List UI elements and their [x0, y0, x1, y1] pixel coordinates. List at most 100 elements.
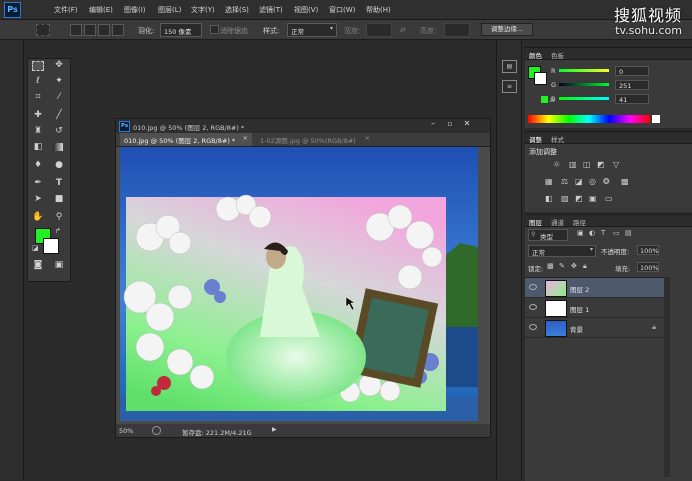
path-select-icon[interactable]: ➤: [32, 193, 44, 205]
rect-marquee-icon[interactable]: [32, 61, 44, 71]
visibility-eye-icon[interactable]: [529, 284, 537, 290]
crop-icon[interactable]: ⌗: [32, 91, 44, 103]
filter-smart-icon[interactable]: ▤: [625, 229, 632, 237]
exposure-icon[interactable]: ◩: [597, 160, 605, 169]
filter-adjustment-icon[interactable]: ◐: [589, 229, 595, 237]
magic-wand-icon[interactable]: ✦: [53, 75, 65, 87]
black-white-icon[interactable]: ◪: [575, 177, 583, 186]
new-selection-icon[interactable]: [70, 24, 82, 36]
filter-pixel-icon[interactable]: ▣: [577, 229, 584, 237]
tab-styles[interactable]: 样式: [551, 134, 564, 144]
properties-panel-icon[interactable]: ≡: [502, 80, 517, 93]
blur-icon[interactable]: ♦: [32, 159, 44, 171]
refine-edge-button[interactable]: 调整边缘...: [481, 23, 533, 36]
vibrance-icon[interactable]: ▽: [613, 160, 619, 169]
channel-r-input[interactable]: 0: [615, 66, 649, 76]
background-color-swatch[interactable]: [43, 238, 59, 254]
layer-row[interactable]: 图层 2: [525, 278, 664, 298]
add-selection-icon[interactable]: [84, 24, 96, 36]
intersect-selection-icon[interactable]: [112, 24, 124, 36]
channel-b-slider[interactable]: [559, 97, 609, 100]
tab-adjustments[interactable]: 调整: [529, 134, 542, 144]
spectrum-ramp[interactable]: [528, 115, 650, 123]
tab-swatches[interactable]: 色板: [551, 50, 564, 60]
visibility-eye-icon[interactable]: [529, 324, 537, 330]
invert-icon[interactable]: ◧: [545, 194, 553, 203]
visibility-eye-icon[interactable]: [529, 304, 537, 310]
document-canvas[interactable]: [120, 147, 478, 421]
menu-window[interactable]: 窗口(W): [329, 5, 355, 15]
layer-filter-select[interactable]: ⚲ 类型: [528, 229, 568, 241]
color-lookup-icon[interactable]: ▩: [621, 177, 629, 186]
info-icon[interactable]: [152, 426, 161, 435]
eraser-icon[interactable]: ◧: [32, 141, 44, 153]
antialias-checkbox[interactable]: [210, 25, 219, 34]
rectangle-shape-icon[interactable]: ■: [53, 193, 65, 205]
lasso-icon[interactable]: ℓ: [32, 75, 44, 87]
tab-close-icon[interactable]: ×: [243, 134, 248, 142]
gradient-map-icon[interactable]: ▭: [605, 194, 613, 203]
tab-source-document[interactable]: 1-02源图.jpg @ 50%(RGB/8#) ×: [256, 133, 372, 146]
tab-active-document[interactable]: 010.jpg @ 50% (图层 2, RGB/8#) * ×: [120, 133, 252, 146]
healing-brush-icon[interactable]: ✚: [32, 109, 44, 121]
layer-row[interactable]: 图层 1: [525, 298, 664, 318]
minimize-icon[interactable]: –: [426, 119, 440, 131]
eyedropper-icon[interactable]: ⁄: [53, 91, 65, 103]
brightness-icon[interactable]: ☼: [553, 160, 560, 169]
hand-icon[interactable]: ✋: [32, 211, 44, 223]
color-balance-icon[interactable]: ⚖: [561, 177, 568, 186]
dodge-icon[interactable]: ●: [53, 159, 65, 171]
posterize-icon[interactable]: ▨: [561, 194, 569, 203]
marquee-preset-icon[interactable]: [36, 24, 50, 36]
pen-icon[interactable]: ✒: [32, 177, 44, 189]
menu-filter[interactable]: 滤镜(T): [259, 5, 283, 15]
status-menu-icon[interactable]: ▶: [272, 426, 277, 433]
type-icon[interactable]: T: [53, 177, 65, 189]
threshold-icon[interactable]: ◩: [575, 194, 583, 203]
width-input[interactable]: [366, 23, 392, 37]
height-input[interactable]: [444, 23, 470, 37]
quick-mask-icon[interactable]: ◙: [32, 259, 44, 271]
screen-mode-icon[interactable]: ▣: [53, 259, 65, 271]
lock-all-icon[interactable]: 🔒︎: [583, 262, 587, 271]
gamut-swatch[interactable]: [541, 96, 548, 103]
gradient-icon[interactable]: [53, 143, 63, 151]
close-icon[interactable]: ✕: [460, 119, 474, 131]
curves-icon[interactable]: ◫: [583, 160, 591, 169]
clone-stamp-icon[interactable]: ♜: [32, 125, 44, 137]
style-select[interactable]: 正常 ▾: [287, 23, 337, 37]
filter-type-icon[interactable]: T: [601, 229, 605, 237]
menu-file[interactable]: 文件(F): [54, 5, 78, 15]
tab-paths[interactable]: 路径: [573, 217, 586, 227]
feather-input[interactable]: 150 像素: [160, 23, 202, 37]
filter-shape-icon[interactable]: ▭: [613, 229, 620, 237]
channel-b-input[interactable]: 41: [615, 94, 649, 104]
photo-filter-icon[interactable]: ◎: [589, 177, 596, 186]
menu-layer[interactable]: 图层(L): [158, 5, 181, 15]
zoom-level[interactable]: 50%: [119, 427, 133, 435]
lock-pixels-icon[interactable]: ✎: [559, 262, 565, 270]
spectrum-white[interactable]: [652, 115, 660, 123]
menu-help[interactable]: 帮助(H): [366, 5, 391, 15]
menu-edit[interactable]: 编辑(E): [89, 5, 113, 15]
brush-icon[interactable]: ╱: [53, 109, 65, 121]
tab-close-icon[interactable]: ×: [365, 134, 370, 142]
channel-r-slider[interactable]: [559, 69, 609, 72]
blend-mode-select[interactable]: 正常 ▾: [528, 245, 596, 257]
layer-row[interactable]: 背景 🔒︎: [525, 318, 664, 338]
channel-g-slider[interactable]: [559, 83, 609, 86]
menu-type[interactable]: 文字(Y): [191, 5, 215, 15]
levels-icon[interactable]: ▥: [569, 160, 577, 169]
color-background-swatch[interactable]: [534, 72, 547, 85]
menu-image[interactable]: 图像(I): [124, 5, 146, 15]
move-icon[interactable]: ✥: [53, 59, 65, 71]
opacity-input[interactable]: 100%: [637, 245, 659, 255]
selective-color-icon[interactable]: ▣: [589, 194, 597, 203]
document-titlebar[interactable]: Ps 010.jpg @ 50% (图层 2, RGB/8#) * – ▫ ✕: [116, 119, 490, 133]
fill-input[interactable]: 100%: [637, 262, 659, 272]
tab-layers[interactable]: 图层: [529, 217, 542, 227]
lock-transparency-icon[interactable]: ▩: [547, 262, 554, 270]
menu-select[interactable]: 选择(S): [225, 5, 249, 15]
tab-channels[interactable]: 通道: [551, 217, 564, 227]
hue-saturation-icon[interactable]: ▦: [545, 177, 553, 186]
